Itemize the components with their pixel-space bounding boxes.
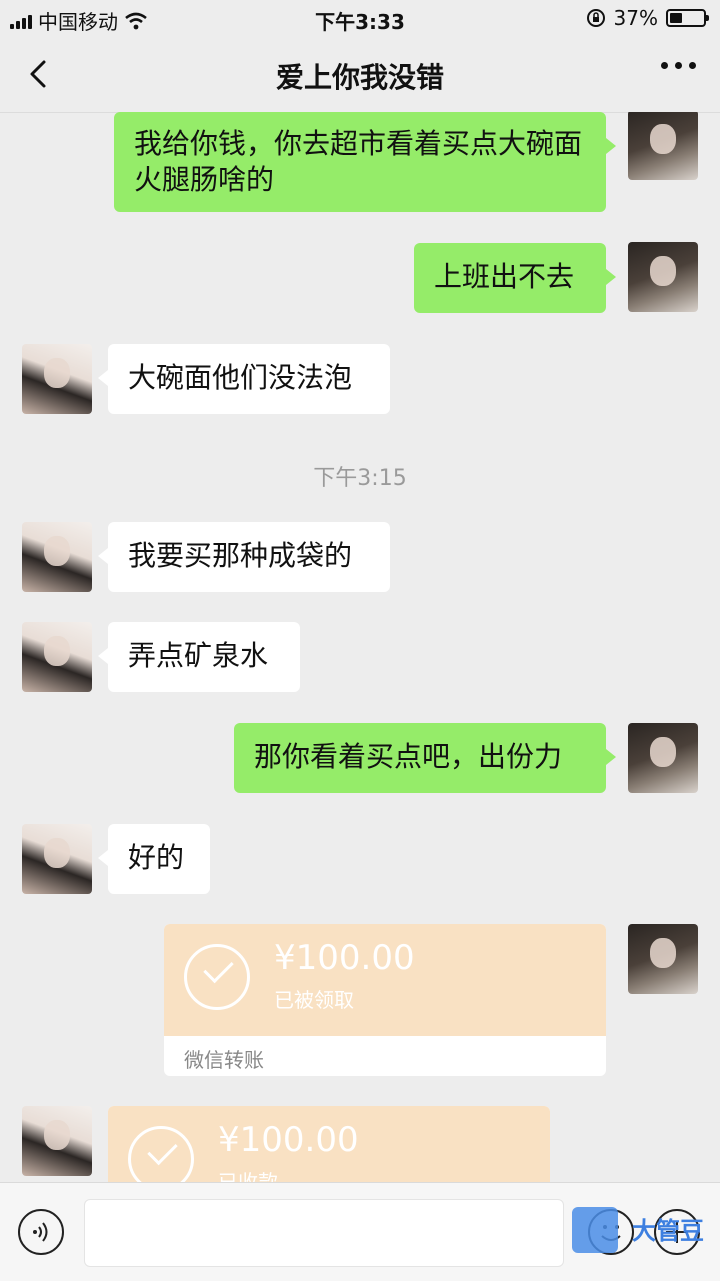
avatar-self[interactable]: [628, 112, 698, 180]
transfer-amount: ¥100.00: [218, 1120, 359, 1160]
transfer-label: 微信转账: [184, 1048, 264, 1072]
status-bar: 中国移动 下午3:33 37%: [0, 0, 720, 36]
avatar-contact[interactable]: [22, 344, 92, 414]
status-right: 37%: [586, 6, 709, 30]
rotation-lock-icon: [586, 9, 605, 27]
transfer-card-sent[interactable]: ¥100.00 已被领取 微信转账: [164, 924, 606, 1076]
voice-input-icon[interactable]: [18, 1209, 64, 1255]
watermark-text: 大管豆: [632, 1217, 704, 1245]
chat-messages[interactable]: 我给你钱，你去超市看着买点大碗面火腿肠啥的 上班出不去 大碗面他们没法泡 下午3…: [0, 112, 720, 1182]
transfer-amount: ¥100.00: [274, 938, 415, 978]
watermark: 大管豆: [572, 1203, 718, 1255]
avatar-contact[interactable]: [22, 824, 92, 894]
avatar-contact[interactable]: [22, 622, 92, 692]
avatar-self[interactable]: [628, 723, 698, 793]
avatar-self[interactable]: [628, 242, 698, 312]
message-bubble-self[interactable]: 我给你钱，你去超市看着买点大碗面火腿肠啥的: [114, 112, 616, 212]
transfer-status: 已收款: [218, 1170, 278, 1182]
avatar-contact[interactable]: [22, 1106, 92, 1176]
message-bubble-contact[interactable]: 好的: [98, 824, 210, 894]
avatar-contact[interactable]: [22, 522, 92, 592]
message-bubble-self[interactable]: 上班出不去: [414, 243, 616, 313]
battery-icon: [666, 9, 709, 27]
message-bubble-contact[interactable]: 弄点矿泉水: [98, 622, 300, 692]
message-bubble-contact[interactable]: 大碗面他们没法泡: [98, 344, 390, 414]
message-bubble-self[interactable]: 那你看着买点吧，出份力: [234, 723, 616, 793]
chat-title: 爱上你我没错: [275, 61, 444, 94]
more-options-icon[interactable]: [661, 62, 696, 69]
message-timestamp: 下午3:15: [313, 466, 407, 491]
watermark-logo: [572, 1207, 618, 1253]
transfer-card-received[interactable]: ¥100.00 已收款: [108, 1106, 550, 1182]
chat-header: 爱上你我没错: [0, 36, 720, 113]
battery-fill: [670, 13, 682, 23]
message-bubble-contact[interactable]: 我要买那种成袋的: [98, 522, 390, 592]
voice-waves-icon: [33, 1222, 48, 1242]
message-input[interactable]: [84, 1199, 564, 1267]
check-circle-icon: [184, 944, 250, 1010]
battery-percent: 37%: [613, 6, 658, 30]
input-bar: 大管豆: [0, 1182, 720, 1281]
avatar-self[interactable]: [628, 924, 698, 994]
transfer-status: 已被领取: [274, 988, 354, 1012]
